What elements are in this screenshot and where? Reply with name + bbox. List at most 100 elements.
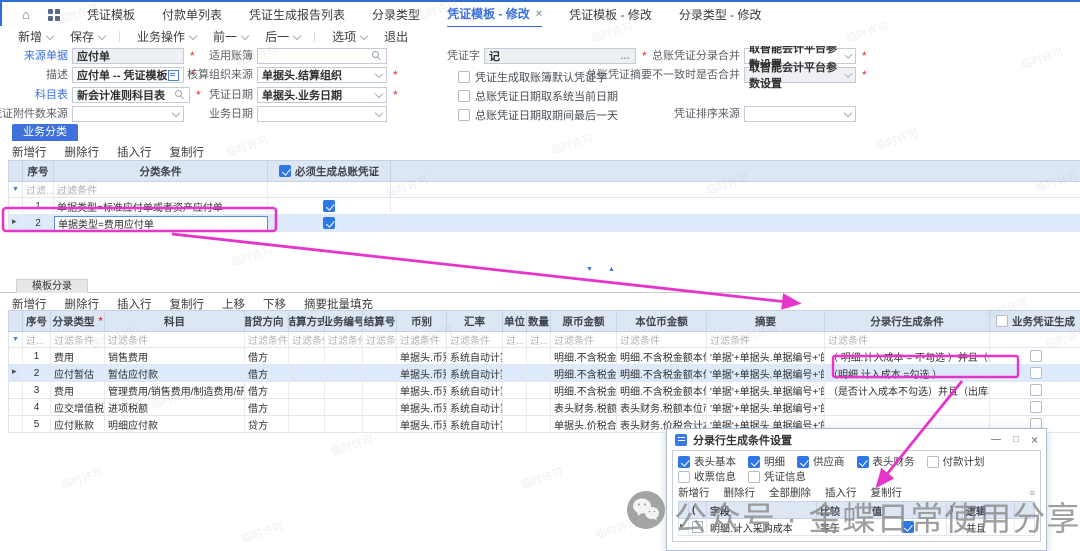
cell-currency[interactable]: 单据头.币别 — [397, 382, 447, 398]
search-icon[interactable] — [175, 90, 185, 100]
tab-voucher-template-edit-active[interactable]: 凭证模板 - 修改 × — [447, 1, 542, 28]
expand-panel-icon[interactable]: ▲ — [608, 266, 615, 273]
collapse-panel-icon[interactable]: ▼ — [586, 266, 593, 273]
checked-checkbox[interactable] — [323, 200, 335, 212]
col-must-generate-gl-voucher[interactable]: 必须生成总账凭证 — [268, 161, 391, 181]
previous-button[interactable]: 前一 — [213, 28, 248, 45]
field-group-checkbox[interactable]: 供应商 — [797, 454, 845, 469]
checked-checkbox[interactable] — [678, 456, 690, 468]
insert-row-button[interactable]: 插入行 — [117, 144, 152, 160]
col-original-amount[interactable]: 原币金额 — [551, 311, 617, 331]
close-icon[interactable]: × — [1031, 433, 1038, 447]
cell-business-voucher[interactable] — [990, 399, 1080, 415]
cell-condition[interactable]: 单据类型=标准应付单或者资产应付单 — [54, 198, 268, 214]
tab-voucher-template-edit-2[interactable]: 凭证模板 - 修改 — [569, 2, 652, 27]
cell-settle-no[interactable] — [363, 416, 397, 432]
tab-voucher-template[interactable]: 凭证模板 — [87, 2, 135, 27]
cell-direction[interactable]: 借方 — [245, 382, 289, 398]
table-row[interactable]: 3 费用 管理费用/销售费用/制造费用/研发支出 借方 单据头.币别 系统自动计… — [8, 382, 1080, 399]
cell-qty[interactable] — [527, 382, 551, 398]
minimize-icon[interactable]: — — [991, 434, 1001, 445]
delete-row-button[interactable]: 删除行 — [65, 144, 100, 160]
panel-splitter[interactable] — [0, 292, 1080, 293]
unchecked-checkbox[interactable] — [927, 456, 939, 468]
cell-summary[interactable]: '单据'+单据头.单据编号+'的应付单' — [707, 382, 825, 398]
search-icon[interactable] — [372, 51, 382, 61]
entries-filter-row[interactable]: ▼ 过... 过滤条件 过滤条件 过滤条件 过滤条件 过滤条件 过滤条件 过滤条… — [8, 332, 1080, 348]
cell-rate[interactable]: 系统自动计算 — [447, 382, 503, 398]
cell-settle-method[interactable] — [289, 416, 325, 432]
add-row-button[interactable]: 新增行 — [12, 144, 47, 160]
cell-amount-base[interactable]: 明细.不含税金额本位币 — [617, 365, 707, 381]
table-row[interactable]: 2 应付暂估 暂估应付款 借方 单据头.币别 系统自动计算 明细.不含税金额 明… — [8, 365, 1080, 382]
cell-seq[interactable]: 1 — [23, 198, 54, 214]
sort-source-select[interactable] — [744, 106, 856, 122]
col-account[interactable]: 科目 — [105, 311, 245, 331]
cell-must-generate[interactable] — [268, 215, 391, 231]
merge-summary-select[interactable]: 取智能会计平台参数设置 — [744, 67, 856, 83]
cell-unit[interactable] — [503, 399, 527, 415]
cell-seq[interactable]: 2 — [23, 365, 51, 381]
checked-checkbox[interactable] — [857, 456, 869, 468]
col-business-voucher[interactable]: 业务凭证生成 — [990, 311, 1080, 331]
apply-book-field[interactable] — [257, 48, 387, 64]
field-group-checkbox[interactable]: 表头财务 — [857, 454, 915, 469]
cell-biz-no[interactable] — [325, 416, 363, 432]
table-row[interactable]: 1 费用 销售费用 借方 单据头.币别 系统自动计算 明细.不含税金额 明细.不… — [8, 348, 1080, 365]
tab-entry-type[interactable]: 分录类型 — [372, 2, 420, 27]
cell-settle-method[interactable] — [289, 365, 325, 381]
cell-amount[interactable]: 单据头.价税合计 — [551, 416, 617, 432]
cell-business-voucher[interactable] — [990, 382, 1080, 398]
cell-entry-type[interactable]: 应付暂估 — [51, 365, 105, 381]
tab-payment-list[interactable]: 付款单列表 — [162, 2, 222, 27]
home-icon[interactable]: ⌂ — [18, 7, 34, 22]
cell-summary[interactable]: '单据'+单据头.单据编号+'的应付单' — [707, 399, 825, 415]
voucher-date-select[interactable]: 单据头.业务日期 — [257, 87, 387, 103]
col-entry-generate-condition[interactable]: 分录行生成条件 — [825, 311, 990, 331]
biz-filter-row[interactable]: ▼ 过滤... 过滤条件 — [8, 182, 1080, 198]
cell-rate[interactable]: 系统自动计算 — [447, 416, 503, 432]
checked-checkbox[interactable] — [748, 456, 760, 468]
cell-amount[interactable]: 明细.不含税金额 — [551, 348, 617, 364]
account-table-field[interactable]: 新会计准则科目表 — [72, 87, 190, 103]
unchecked-checkbox[interactable] — [1030, 367, 1042, 379]
cell-rate[interactable]: 系统自动计算 — [447, 399, 503, 415]
col-biz-no[interactable]: 业务编号 — [325, 311, 363, 331]
col-currency[interactable]: 币别 — [397, 311, 447, 331]
cell-unit[interactable] — [503, 348, 527, 364]
cell-summary[interactable]: '单据'+单据头.单据编号+'的应付单' — [707, 365, 825, 381]
tab-voucher-report-list[interactable]: 凭证生成报告列表 — [249, 2, 345, 27]
cell-direction[interactable]: 贷方 — [245, 416, 289, 432]
unchecked-checkbox[interactable] — [678, 471, 690, 483]
unchecked-checkbox[interactable] — [748, 471, 760, 483]
maximize-icon[interactable]: □ — [1013, 434, 1019, 445]
cell-entry-type[interactable]: 费用 — [51, 348, 105, 364]
cell-amount[interactable]: 明细.不含税金额 — [551, 365, 617, 381]
cell-amount-base[interactable]: 明细.不含税金额本位币 — [617, 348, 707, 364]
dialog-titlebar[interactable]: 分录行生成条件设置 — □ × — [667, 429, 1046, 450]
cell-entry-type[interactable]: 应交增值税（进项） — [51, 399, 105, 415]
cell-seq[interactable]: 3 — [23, 382, 51, 398]
table-row[interactable]: 4 应交增值税（进项） 进项税额 借方 单据头.币别 系统自动计算 表头财务.税… — [8, 399, 1080, 416]
gl-date-system-checkbox[interactable]: 总账凭证日期取系统当前日期 — [458, 88, 618, 104]
more-icon[interactable]: … — [620, 51, 631, 62]
col-debit-credit[interactable]: 借贷方向* — [245, 311, 289, 331]
col-classification-condition[interactable]: 分类条件 — [54, 161, 268, 181]
field-group-checkbox[interactable]: 凭证信息 — [748, 469, 806, 484]
col-unit[interactable]: 单位 — [503, 311, 527, 331]
col-summary[interactable]: 摘要 — [707, 311, 825, 331]
checked-checkbox[interactable] — [279, 165, 291, 177]
checked-checkbox[interactable] — [323, 217, 335, 229]
unchecked-checkbox[interactable] — [458, 109, 470, 121]
tab-template-entries[interactable]: 模板分录 — [16, 279, 88, 293]
voucher-word-field[interactable]: 记… — [484, 48, 636, 64]
tab-business-classification[interactable]: 业务分类 — [12, 124, 78, 141]
col-base-amount[interactable]: 本位币金额 — [617, 311, 707, 331]
checked-checkbox[interactable] — [797, 456, 809, 468]
source-bill-label[interactable]: 来源单据 — [24, 48, 68, 64]
cell-qty[interactable] — [527, 416, 551, 432]
cell-seq[interactable]: 4 — [23, 399, 51, 415]
cell-condition[interactable]: （ 明细.计入成本 = 不勾选 ）并且（出库单号不为空） — [825, 348, 990, 364]
add-button[interactable]: 新增 — [18, 28, 53, 45]
col-settle-method[interactable]: 结算方式 — [289, 311, 325, 331]
